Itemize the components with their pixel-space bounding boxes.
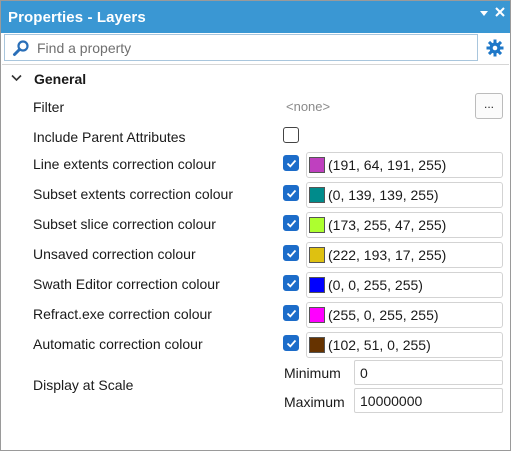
colour-row-label: Swath Editor correction colour — [33, 276, 220, 292]
colour-value-field[interactable]: (191, 64, 191, 255) — [306, 152, 503, 178]
colour-value-field[interactable]: (102, 51, 0, 255) — [306, 332, 503, 358]
display-scale-label: Display at Scale — [33, 377, 134, 393]
checkmark-icon — [286, 309, 297, 318]
minimum-field[interactable]: 0 — [354, 360, 503, 385]
maximum-label: Maximum — [284, 394, 345, 410]
colour-row-label: Unsaved correction colour — [33, 246, 196, 262]
colour-row: Subset slice correction colour (173, 255,… — [1, 209, 510, 239]
colour-value-field[interactable]: (0, 0, 255, 255) — [306, 272, 503, 298]
filter-label: Filter — [33, 99, 65, 115]
colour-row: Unsaved correction colour (222, 193, 17, … — [1, 239, 510, 269]
colour-row: Line extents correction colour (191, 64, … — [1, 149, 510, 179]
filter-row: Filter <none> ... — [1, 92, 510, 122]
colour-row-label: Line extents correction colour — [33, 156, 216, 172]
include-parent-label: Include Parent Attributes — [33, 129, 186, 145]
group-title: General — [34, 71, 87, 87]
colour-value-text: (102, 51, 0, 255) — [328, 337, 431, 353]
colour-value-text: (222, 193, 17, 255) — [328, 247, 447, 263]
checkmark-icon — [286, 249, 297, 258]
window-title: Properties - Layers — [8, 9, 146, 26]
colour-row: Swath Editor correction colour (0, 0, 255… — [1, 269, 510, 299]
gear-icon — [486, 39, 503, 56]
checkmark-icon — [286, 159, 297, 168]
checkmark-icon — [286, 339, 297, 348]
colour-row-label: Subset extents correction colour — [33, 186, 233, 202]
minimum-label: Minimum — [284, 365, 341, 381]
colour-enabled-checkbox[interactable] — [283, 215, 299, 231]
colour-swatch[interactable] — [309, 277, 325, 293]
colour-value-text: (0, 0, 255, 255) — [328, 277, 423, 293]
colour-swatch[interactable] — [309, 157, 325, 173]
colour-swatch[interactable] — [309, 337, 325, 353]
maximum-value: 10000000 — [360, 393, 423, 409]
colour-swatch[interactable] — [309, 247, 325, 263]
colour-row-label: Automatic correction colour — [33, 336, 203, 352]
colour-value-field[interactable]: (0, 139, 139, 255) — [306, 182, 503, 208]
colour-enabled-checkbox[interactable] — [283, 305, 299, 321]
colour-value-text: (173, 255, 47, 255) — [328, 217, 447, 233]
filter-value: <none> — [286, 99, 331, 114]
colour-enabled-checkbox[interactable] — [283, 245, 299, 261]
colour-value-text: (255, 0, 255, 255) — [328, 307, 439, 323]
settings-button[interactable] — [481, 34, 508, 61]
colour-enabled-checkbox[interactable] — [283, 155, 299, 171]
search-input[interactable] — [37, 37, 467, 58]
search-icon — [13, 40, 29, 56]
colour-value-field[interactable]: (255, 0, 255, 255) — [306, 302, 503, 328]
maximum-field[interactable]: 10000000 — [354, 388, 503, 413]
colour-row: Refract.exe correction colour (255, 0, 25… — [1, 299, 510, 329]
colour-value-field[interactable]: (173, 255, 47, 255) — [306, 212, 503, 238]
title-bar: Properties - Layers — [1, 1, 510, 33]
colour-value-text: (191, 64, 191, 255) — [328, 157, 447, 173]
colour-row-label: Subset slice correction colour — [33, 216, 216, 232]
colour-value-text: (0, 139, 139, 255) — [328, 187, 439, 203]
colour-value-field[interactable]: (222, 193, 17, 255) — [306, 242, 503, 268]
toolbar-divider — [2, 64, 509, 65]
properties-window: Properties - Layers Find a property Gene… — [0, 0, 511, 451]
colour-enabled-checkbox[interactable] — [283, 335, 299, 351]
checkmark-icon — [286, 279, 297, 288]
colour-row: Automatic correction colour (102, 51, 0, … — [1, 329, 510, 359]
minimum-value: 0 — [360, 365, 368, 381]
chevron-down-icon[interactable] — [11, 74, 22, 82]
colour-enabled-checkbox[interactable] — [283, 185, 299, 201]
include-parent-row: Include Parent Attributes — [1, 122, 510, 152]
colour-swatch[interactable] — [309, 307, 325, 323]
close-icon[interactable] — [494, 6, 506, 18]
general-group-header[interactable]: General — [1, 68, 510, 90]
checkmark-icon — [286, 219, 297, 228]
include-parent-checkbox[interactable] — [283, 127, 299, 143]
checkmark-icon — [286, 189, 297, 198]
colour-row-label: Refract.exe correction colour — [33, 306, 212, 322]
colour-swatch[interactable] — [309, 187, 325, 203]
search-box[interactable] — [4, 34, 478, 61]
colour-enabled-checkbox[interactable] — [283, 275, 299, 291]
filter-browse-button[interactable]: ... — [475, 93, 503, 119]
dropdown-arrow-icon[interactable] — [478, 7, 490, 19]
colour-row: Subset extents correction colour (0, 139,… — [1, 179, 510, 209]
colour-swatch[interactable] — [309, 217, 325, 233]
